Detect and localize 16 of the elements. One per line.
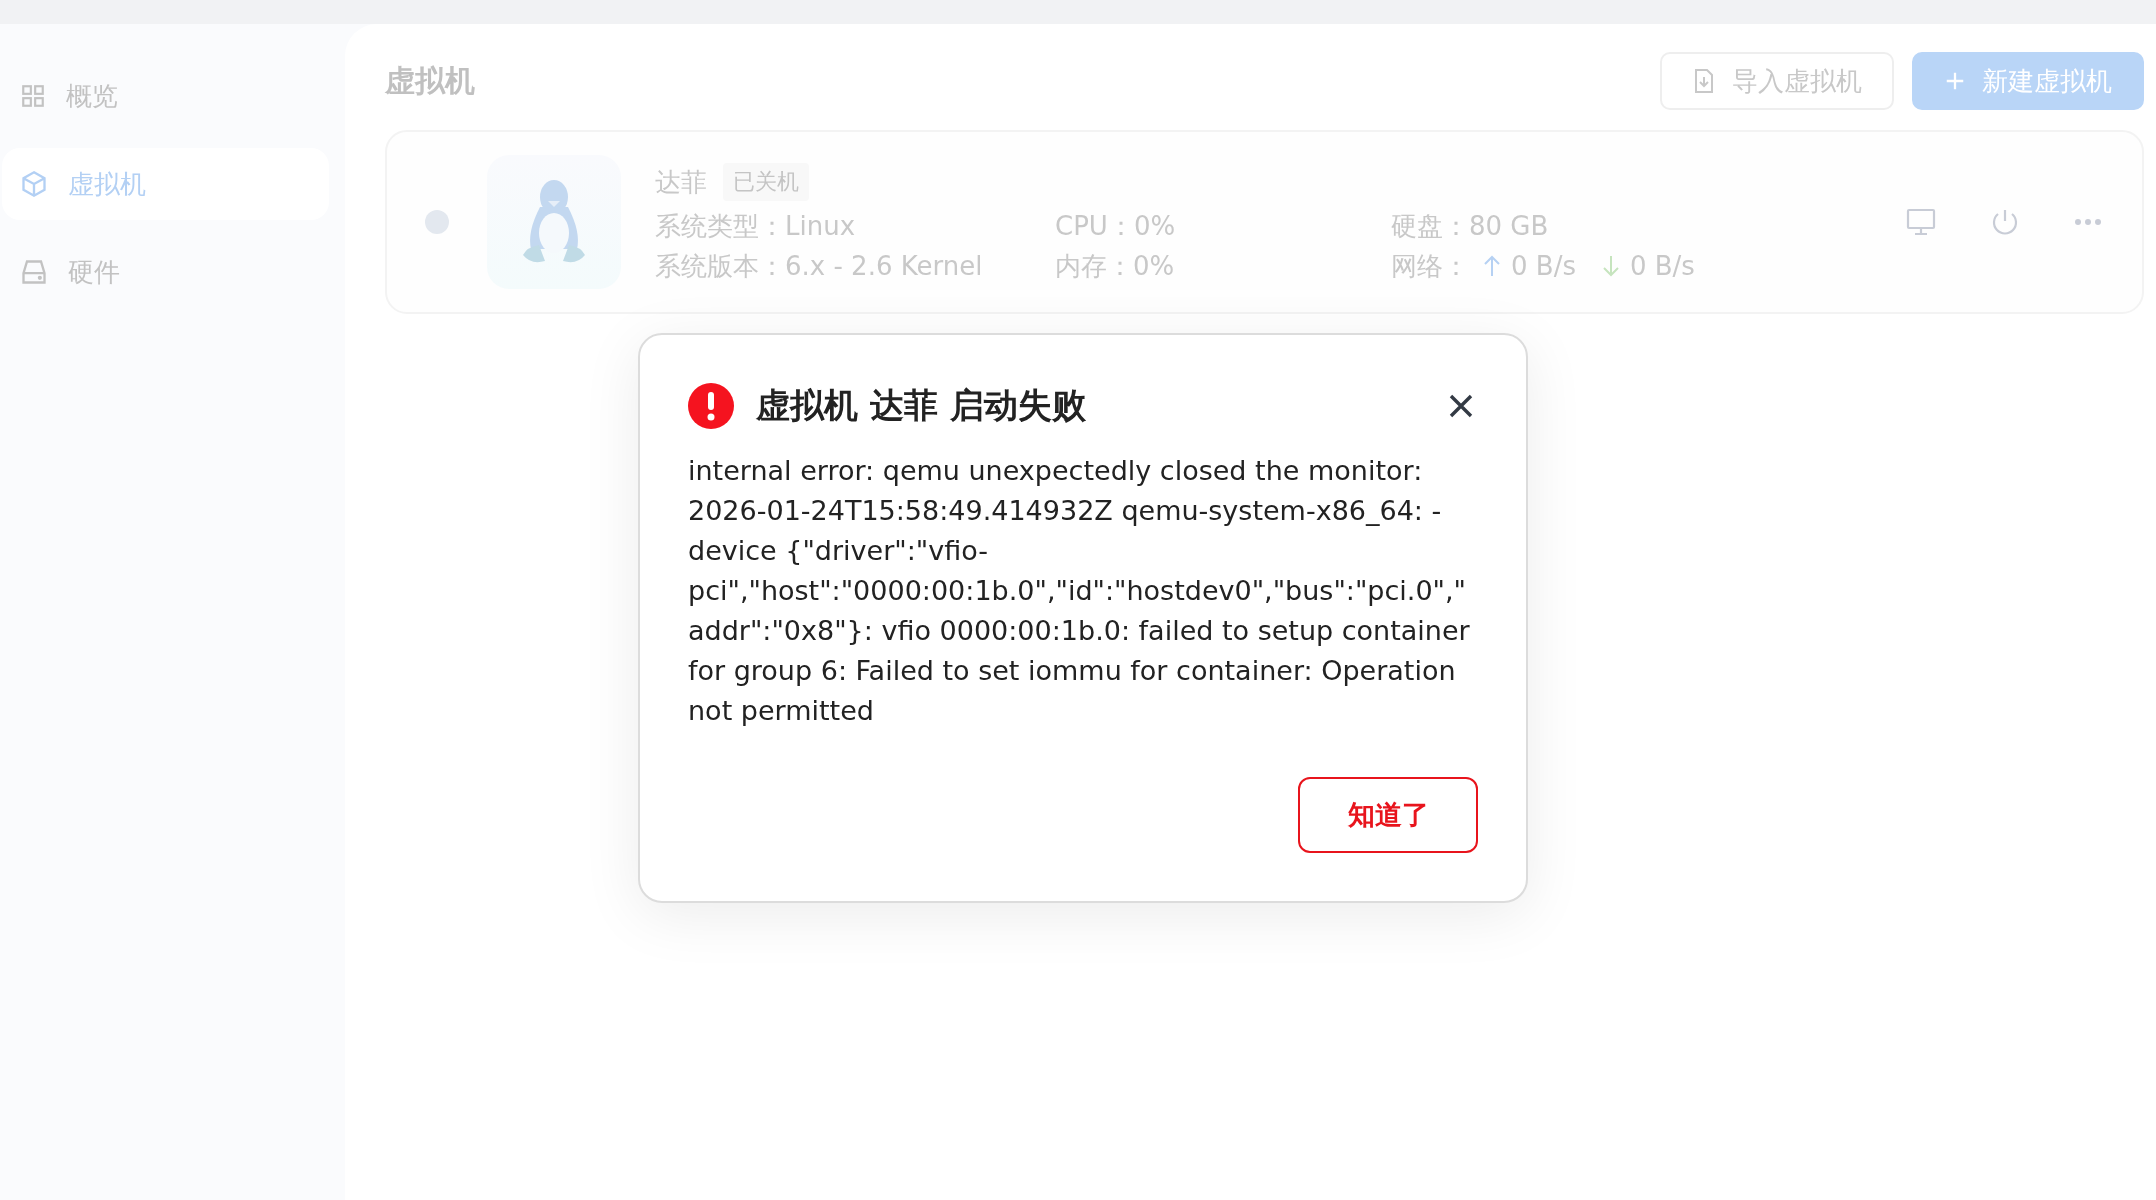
arrow-up-icon (1483, 255, 1501, 277)
sidebar-item[interactable]: 概览 (2, 60, 329, 132)
page-title: 虚拟机 (385, 61, 475, 100)
arrow-down-icon (1601, 255, 1620, 277)
error-message: internal error: qemu unexpectedly closed the monitor: 2026-01-24T15:58:49.414932Z qemu-system-x86_64: -device {"driver":"vfio-pci","host":"0000:00:1b.0","id":"hostdev0","bus":"pci.0","addr":"0x8"}: vfio 0000:00:1b.0: failed to setup container for group 6: Failed to set iommu for container: Operation not permitted (688, 454, 1471, 728)
plus-icon (1944, 70, 1966, 92)
grid-icon (20, 83, 46, 109)
cube-icon (20, 170, 48, 198)
drive-icon (20, 258, 48, 286)
new-vm-button[interactable]: 新建虚拟机 (1912, 52, 2144, 110)
sidebar-item[interactable]: 硬件 (2, 236, 329, 308)
error-icon (688, 383, 734, 429)
file-import-icon (1692, 68, 1716, 94)
acknowledge-button[interactable]: 知道了 (1298, 777, 1478, 853)
sidebar-item[interactable]: 虚拟机 (2, 148, 329, 220)
dialog-title: 虚拟机 达菲 启动失败 (756, 384, 1087, 427)
